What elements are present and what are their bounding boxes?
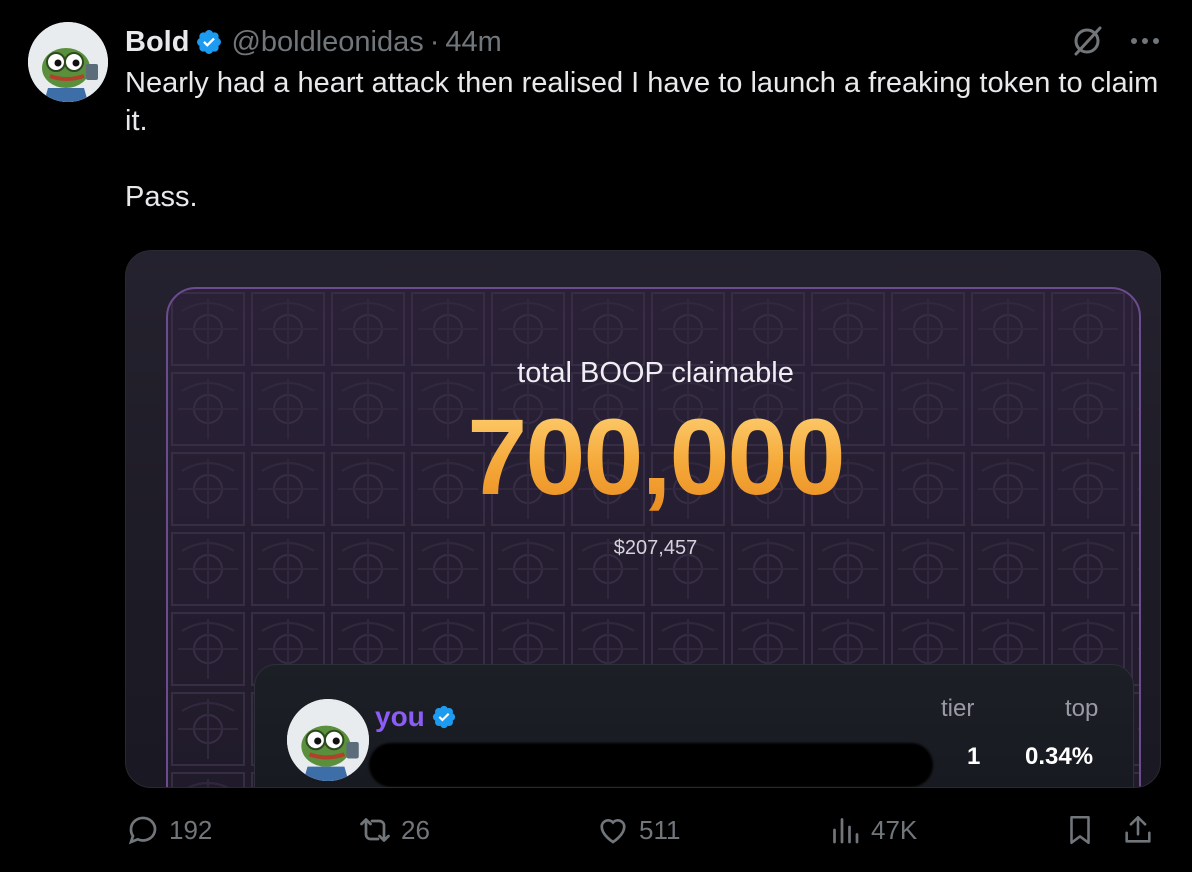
top-value: 0.34% <box>1025 743 1094 770</box>
tweet-header: Bold @boldleonidas · 44m <box>125 24 502 60</box>
user-name: you <box>375 701 425 732</box>
redaction-bar <box>369 743 933 787</box>
reply-icon <box>128 816 157 845</box>
top-header: top <box>1065 695 1099 722</box>
share-button[interactable] <box>1121 812 1155 848</box>
author-name[interactable]: Bold <box>125 26 189 59</box>
user-name-row: you <box>375 701 457 733</box>
claim-label: total BOOP claimable <box>517 357 794 389</box>
bookmark-button[interactable] <box>1063 812 1097 848</box>
reply-button[interactable]: 192 <box>125 812 212 848</box>
bookmark-icon <box>1070 815 1090 845</box>
verified-badge-icon <box>432 705 455 729</box>
more-icon[interactable] <box>1130 36 1160 46</box>
header-actions <box>1070 24 1160 58</box>
claim-amount: 700,000 <box>168 397 1139 517</box>
share-icon <box>1125 815 1151 843</box>
claim-card: total BOOP claimable 700,000 $207,457 yo <box>166 287 1141 787</box>
tier-header: tier <box>941 695 975 722</box>
user-avatar <box>287 699 369 781</box>
author-avatar[interactable] <box>28 22 108 102</box>
reply-count: 192 <box>169 814 213 845</box>
tweet-text: Nearly had a heart attack then realised … <box>125 67 1159 213</box>
views-icon <box>833 818 859 844</box>
claim-usd-value: $207,457 <box>613 537 698 559</box>
like-count: 511 <box>639 814 681 845</box>
grok-icon[interactable] <box>1070 24 1104 58</box>
repost-count: 26 <box>401 814 430 845</box>
views-count: 47K <box>871 814 918 845</box>
user-card: you tier top 1 0.34% <box>254 664 1134 787</box>
repost-icon <box>360 818 390 842</box>
author-handle[interactable]: @boldleonidas <box>231 26 423 59</box>
action-bar: 192 26 511 47K <box>125 812 1165 852</box>
heart-icon <box>600 819 626 844</box>
views-button[interactable]: 47K <box>827 812 917 848</box>
separator: · <box>429 25 440 58</box>
tier-value: 1 <box>967 743 981 770</box>
repost-button[interactable]: 26 <box>357 812 430 848</box>
like-button[interactable]: 511 <box>595 812 680 848</box>
verified-badge-icon <box>197 30 222 54</box>
timestamp[interactable]: 44m <box>445 26 501 59</box>
tweet-media[interactable]: total BOOP claimable 700,000 $207,457 yo <box>125 250 1161 788</box>
